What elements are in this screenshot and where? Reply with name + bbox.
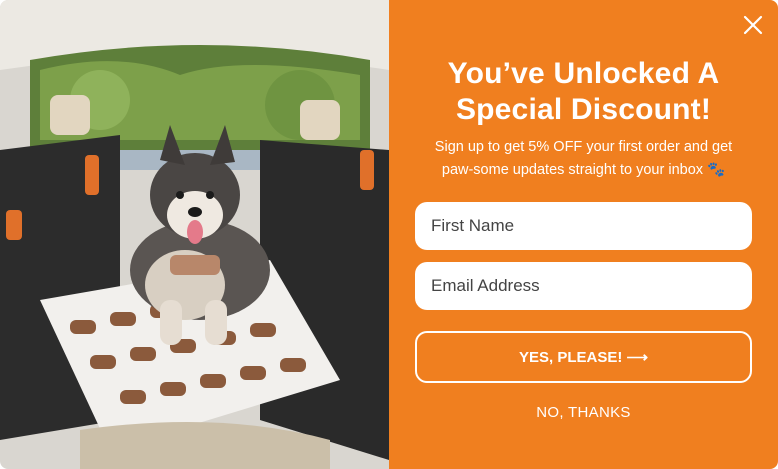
decline-link[interactable]: NO, THANKS bbox=[415, 404, 752, 421]
signup-form-panel: You’ve Unlocked A Special Discount! Sign… bbox=[389, 0, 778, 469]
product-photo bbox=[0, 0, 389, 469]
popup-subtext: Sign up to get 5% OFF your first order a… bbox=[434, 139, 733, 178]
close-icon[interactable] bbox=[742, 14, 764, 36]
popup-headline: You’ve Unlocked A Special Discount! bbox=[413, 56, 754, 128]
first-name-input[interactable] bbox=[415, 202, 752, 250]
headline-line-1: You’ve Unlocked A bbox=[447, 57, 720, 90]
headline-line-2: Special Discount! bbox=[455, 93, 712, 126]
submit-button[interactable]: YES, PLEASE! ⟶ bbox=[415, 331, 752, 383]
email-input[interactable] bbox=[415, 262, 752, 310]
signup-popup: You’ve Unlocked A Special Discount! Sign… bbox=[0, 0, 778, 469]
